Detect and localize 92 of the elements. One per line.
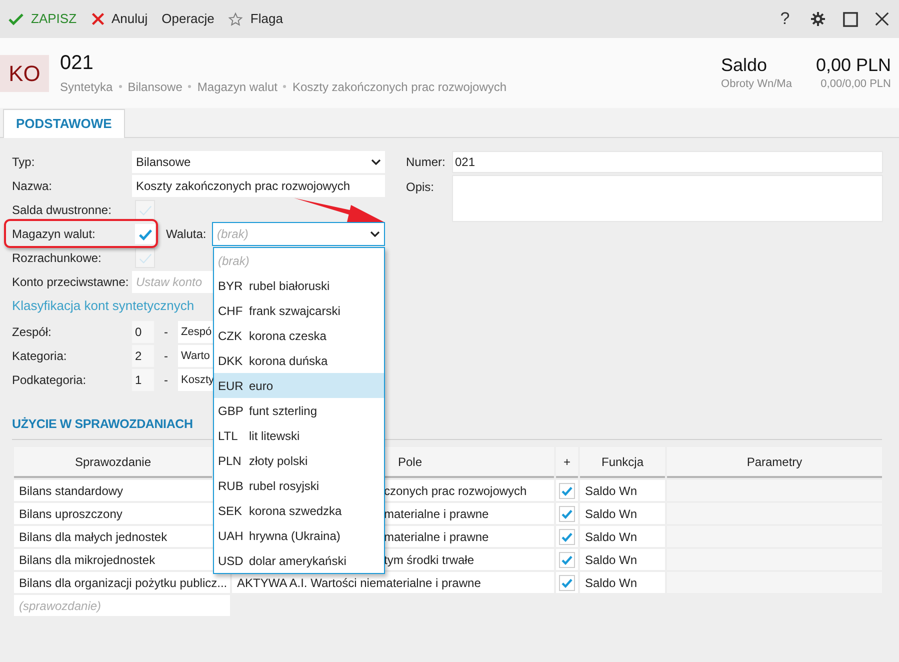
maximize-icon[interactable]: [843, 12, 858, 26]
table-cell: Saldo Wn: [580, 572, 665, 593]
table-cell: Saldo Wn: [580, 480, 665, 501]
currency-name: hrywna (Ukraina): [249, 528, 340, 544]
field-label: Magazyn walut:: [12, 226, 96, 243]
currency-name: złoty polski: [249, 452, 308, 470]
checkbox[interactable]: [135, 200, 155, 220]
field-label: Opis:: [406, 179, 436, 196]
table-cell: Saldo Wn: [580, 503, 665, 524]
dropdown-option[interactable]: CZK korona czeska: [214, 323, 384, 348]
dropdown-option[interactable]: EUR euro: [214, 373, 384, 398]
dropdown[interactable]: Bilansowe: [132, 151, 385, 173]
checkbox[interactable]: [135, 224, 155, 244]
currency-name: korona szwedzka: [249, 502, 342, 520]
dropdown[interactable]: Zespó: [178, 321, 213, 343]
column-header[interactable]: +: [556, 447, 578, 478]
toolbar-button[interactable]: Flaga: [228, 9, 283, 29]
chevron-down-icon: [371, 159, 381, 165]
checkbox[interactable]: [559, 552, 575, 568]
checkbox[interactable]: [135, 248, 155, 268]
field-label: Nazwa:: [12, 178, 54, 195]
close-icon: [90, 12, 105, 26]
breadcrumb-separator: [283, 85, 286, 88]
section-title: UŻYCIE W SPRAWOZDANIACH: [12, 416, 193, 433]
turnover-label: Obroty Wn/Ma: [721, 76, 792, 92]
currency-code: EUR: [218, 378, 244, 394]
field-label: Waluta:: [166, 226, 208, 243]
separator-dash: -: [163, 348, 169, 365]
currency-code: GBP: [218, 402, 244, 420]
dropdown[interactable]: Warto: [178, 345, 213, 367]
field-label: Rozrachunkowe:: [12, 250, 102, 267]
currency-name: funt szterling: [249, 402, 318, 420]
field-label: Salda dwustronne:: [12, 202, 112, 219]
chevron-down-icon: [370, 231, 380, 237]
currency-name: euro: [249, 378, 274, 394]
field-label: Zespół:: [12, 324, 52, 341]
field-label: Konto przeciwstawne:: [12, 274, 130, 291]
checkbox[interactable]: [559, 506, 575, 522]
check-icon: [138, 226, 152, 242]
close-icon[interactable]: [875, 12, 889, 26]
dropdown-option[interactable]: LTL lit litewski: [214, 423, 384, 448]
field-label: Podkategoria:: [12, 372, 88, 389]
toolbar-button[interactable]: Operacje: [162, 9, 214, 29]
table-cell: Bilans dla organizacji pożytku publicz...: [14, 572, 230, 593]
help-button[interactable]: ?: [777, 6, 793, 32]
code-field[interactable]: 0: [132, 321, 154, 343]
dropdown-option[interactable]: CHF frank szwajcarski: [214, 298, 384, 323]
checkbox[interactable]: [559, 528, 575, 544]
toolbar-button[interactable]: Anuluj: [90, 9, 148, 29]
option-label: (brak): [218, 252, 250, 270]
currency-name: dolar amerykański: [249, 552, 346, 570]
currency-name: korona duńska: [249, 352, 328, 370]
currency-name: rubel białoruski: [249, 278, 330, 294]
record-number: 021: [60, 50, 94, 74]
currency-name: korona czeska: [249, 328, 326, 344]
balance-value: 0,00 PLN: [816, 54, 891, 76]
code-field[interactable]: 2: [132, 345, 154, 367]
dropdown[interactable]: Koszty: [178, 369, 213, 391]
text-field[interactable]: Koszty zakończonych prac rozwojowych: [132, 175, 385, 197]
separator-dash: -: [163, 372, 169, 389]
turnover-value: 0,00/0,00 PLN: [820, 76, 891, 92]
text-field[interactable]: 021: [452, 151, 883, 173]
checkbox[interactable]: [559, 574, 575, 590]
tab[interactable]: PODSTAWOWE: [3, 109, 125, 138]
check-icon: [8, 11, 24, 27]
currency-name: lit litewski: [249, 428, 300, 444]
table-cell: AKTYWA A.I. Wartości niematerialne i prawne: [232, 572, 554, 593]
field-label: Numer:: [406, 154, 446, 171]
dropdown-option[interactable]: DKK korona duńska: [214, 348, 384, 373]
table-cell: Saldo Wn: [580, 549, 665, 570]
column-header[interactable]: Sprawozdanie: [14, 447, 212, 478]
breadcrumb-separator: [118, 85, 122, 88]
dropdown-option[interactable]: GBP funt szterling: [214, 398, 384, 423]
balance-label: Saldo: [721, 54, 768, 76]
currency-code: LTL: [218, 428, 239, 444]
toolbar-button[interactable]: ZAPISZ: [8, 9, 77, 29]
separator-dash: -: [163, 324, 169, 341]
column-header[interactable]: Parametry: [667, 447, 882, 478]
column-header[interactable]: Funkcja: [580, 447, 665, 478]
star-icon: [228, 12, 244, 26]
record-badge: KO: [0, 54, 49, 92]
currency-code: CZK: [218, 328, 243, 344]
currency-code: CHF: [218, 302, 244, 320]
currency-name: rubel rosyjski: [249, 478, 320, 494]
field-label: Kategoria:: [12, 348, 68, 365]
currency-name: frank szwajcarski: [249, 302, 340, 320]
field-label: Typ:: [12, 154, 36, 171]
table-cell: Saldo Wn: [580, 526, 665, 547]
breadcrumb-separator: [188, 85, 192, 88]
checkbox[interactable]: [559, 482, 575, 498]
code-field[interactable]: 1: [132, 369, 154, 391]
currency-code: DKK: [218, 352, 244, 370]
